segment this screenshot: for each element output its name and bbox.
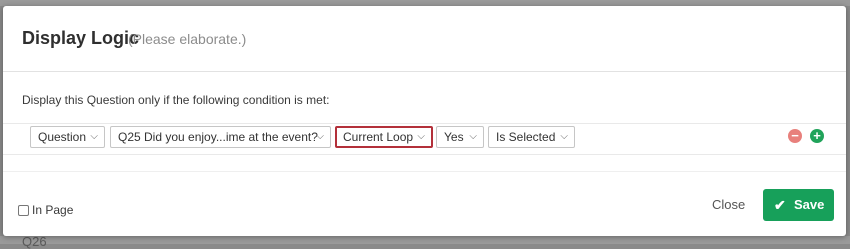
- check-icon: ✔: [774, 197, 786, 213]
- choice-dropdown[interactable]: Yes ⌵: [436, 126, 484, 148]
- in-page-checkbox[interactable]: [18, 205, 29, 216]
- dialog-header: Display Logic (Please elaborate.): [3, 6, 846, 72]
- background-question-label: Q26: [22, 234, 47, 249]
- dropdown-value: Current Loop: [343, 130, 414, 144]
- chevron-down-icon: ⌵: [560, 131, 568, 142]
- plus-icon: +: [813, 128, 821, 143]
- condition-instruction: Display this Question only if the follow…: [22, 93, 330, 107]
- minus-icon: −: [791, 128, 799, 143]
- chevron-down-icon: ⌵: [417, 131, 425, 142]
- remove-condition-button[interactable]: −: [788, 129, 802, 143]
- close-button[interactable]: Close: [712, 197, 745, 212]
- display-logic-dialog: Display Logic (Please elaborate.) Displa…: [3, 6, 846, 236]
- add-condition-button[interactable]: +: [810, 129, 824, 143]
- dialog-title: Display Logic: [22, 28, 140, 48]
- chevron-down-icon: ⌵: [90, 131, 98, 142]
- dropdown-value: Q25 Did you enjoy...ime at the event?: [118, 130, 318, 144]
- save-label: Save: [794, 197, 825, 212]
- chevron-down-icon: ⌵: [469, 131, 477, 142]
- footer-divider: [3, 171, 846, 172]
- backdrop-bottom: [0, 236, 850, 244]
- question-dropdown[interactable]: Q25 Did you enjoy...ime at the event? ⌵: [110, 126, 331, 148]
- loop-dropdown[interactable]: Current Loop ⌵: [335, 126, 433, 148]
- dropdown-value: Question: [38, 130, 87, 144]
- in-page-label: In Page: [32, 203, 74, 217]
- chevron-down-icon: ⌵: [316, 131, 324, 142]
- operator-dropdown[interactable]: Is Selected ⌵: [488, 126, 575, 148]
- dialog-subtitle: (Please elaborate.): [128, 31, 247, 47]
- save-button[interactable]: ✔ Save: [763, 189, 834, 221]
- dropdown-value: Yes: [444, 130, 464, 144]
- dropdown-value: Is Selected: [496, 130, 556, 144]
- condition-type-dropdown[interactable]: Question ⌵: [30, 126, 105, 148]
